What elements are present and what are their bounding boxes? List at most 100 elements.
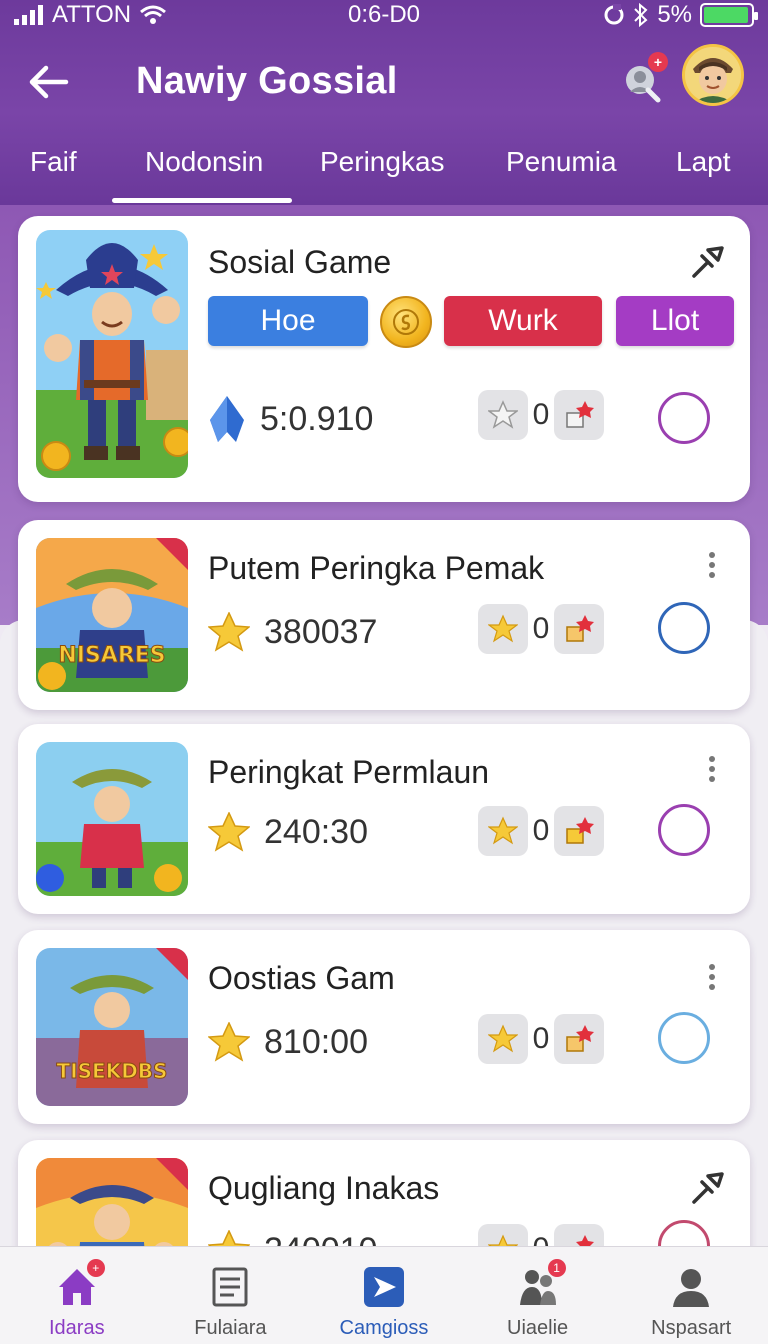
select-ring[interactable] bbox=[658, 392, 710, 444]
sync-icon bbox=[604, 4, 624, 25]
game-card[interactable]: NISARES Putem Peringka Pemak 380037 0 bbox=[18, 520, 750, 710]
notification-badge: + bbox=[648, 52, 668, 72]
back-button[interactable] bbox=[26, 62, 74, 102]
status-bar: ATTON 0:6-D0 5% bbox=[0, 0, 768, 30]
star-button[interactable] bbox=[478, 604, 528, 654]
hoe-button[interactable]: Hoe bbox=[208, 296, 368, 346]
nav-badge: 1 bbox=[547, 1259, 566, 1277]
document-icon bbox=[212, 1267, 248, 1307]
star-icon bbox=[488, 1024, 518, 1053]
score-value: 810:00 bbox=[264, 1022, 368, 1061]
tab-nodonsin[interactable]: Nodonsin bbox=[145, 146, 263, 178]
tab-bar: Faif Nodonsin Peringkas Penumia Lapt bbox=[0, 128, 768, 204]
active-tab-indicator bbox=[112, 198, 292, 203]
llot-button[interactable]: Llot bbox=[616, 296, 734, 346]
star-icon bbox=[208, 812, 250, 852]
battery-icon bbox=[700, 3, 758, 27]
game-score: 240:30 bbox=[208, 812, 368, 852]
profile-icon bbox=[673, 1269, 710, 1307]
wurk-button[interactable]: Wurk bbox=[444, 296, 602, 346]
select-ring[interactable] bbox=[658, 602, 710, 654]
game-thumbnail: TISEKDBS bbox=[36, 948, 188, 1106]
star-button[interactable] bbox=[478, 390, 528, 440]
game-title: Peringkat Permlaun bbox=[208, 754, 490, 790]
pin-button[interactable] bbox=[688, 1166, 728, 1206]
nav-label: Fulaiara bbox=[194, 1317, 267, 1339]
carrier-label: ATTON bbox=[52, 1, 132, 28]
share-button[interactable] bbox=[554, 806, 604, 856]
share-box-icon bbox=[566, 401, 594, 428]
nav-badge: + bbox=[86, 1259, 105, 1277]
game-score: 810:00 bbox=[208, 1022, 368, 1062]
nav-label: Nspasart bbox=[651, 1317, 732, 1339]
coin-button[interactable] bbox=[380, 296, 432, 348]
bluetooth-icon bbox=[634, 3, 648, 27]
pin-icon bbox=[692, 246, 724, 278]
cowboy-game-image: TISEKDBS bbox=[36, 948, 188, 1106]
share-box-icon bbox=[566, 1025, 594, 1052]
game-card[interactable]: TISEKDBS Oostias Gam 810:00 0 bbox=[18, 930, 750, 1124]
cowboy-game-image: NISARES bbox=[36, 538, 188, 692]
star-outline-icon bbox=[488, 400, 518, 429]
featured-game-card[interactable]: Sosial Game Hoe Wurk Llot 5:0.910 0 bbox=[18, 216, 750, 502]
star-icon bbox=[208, 612, 250, 652]
tab-peringkas[interactable]: Peringkas bbox=[320, 146, 445, 178]
dot bbox=[709, 984, 715, 990]
signal-icon bbox=[14, 5, 43, 25]
coin-icon bbox=[393, 309, 419, 335]
page-title: Nawiy Gossial bbox=[136, 60, 398, 102]
more-options-button[interactable] bbox=[702, 548, 722, 588]
nav-item-camgioss[interactable]: Camgioss bbox=[307, 1247, 461, 1344]
game-title: Qugliang Inakas bbox=[208, 1170, 440, 1206]
share-box-icon bbox=[566, 615, 594, 642]
game-title: Oostias Gam bbox=[208, 960, 395, 996]
featured-score: 5:0.910 bbox=[208, 396, 373, 442]
card-actions: 0 bbox=[478, 390, 604, 440]
like-count: 0 bbox=[532, 1022, 550, 1055]
dot bbox=[709, 776, 715, 782]
like-count: 0 bbox=[532, 814, 550, 847]
notifications-button[interactable]: + bbox=[618, 50, 670, 106]
nav-item-fulaiara[interactable]: Fulaiara bbox=[154, 1247, 308, 1344]
pin-button[interactable] bbox=[688, 240, 728, 280]
avatar[interactable] bbox=[682, 44, 744, 106]
nav-label: Idaras bbox=[49, 1317, 105, 1339]
tab-penumia[interactable]: Penumia bbox=[506, 146, 617, 178]
nav-label: Camgioss bbox=[339, 1317, 429, 1339]
like-count: 0 bbox=[532, 398, 550, 431]
nav-item-uiaelie[interactable]: 1 Uiaelie bbox=[461, 1247, 615, 1344]
more-options-button[interactable] bbox=[702, 960, 722, 1000]
select-ring[interactable] bbox=[658, 1012, 710, 1064]
svg-text:TISEKDBS: TISEKDBS bbox=[57, 1059, 168, 1083]
game-score: 380037 bbox=[208, 612, 377, 652]
tab-lapt[interactable]: Lapt bbox=[676, 146, 731, 178]
star-icon bbox=[208, 1022, 250, 1062]
pin-icon bbox=[692, 1172, 724, 1204]
game-thumbnail: NISARES bbox=[36, 538, 188, 692]
share-button[interactable] bbox=[554, 604, 604, 654]
select-ring[interactable] bbox=[658, 804, 710, 856]
cowboy-game-image bbox=[36, 742, 188, 896]
score-value: 240:30 bbox=[264, 812, 368, 851]
arrow-left-icon bbox=[29, 65, 69, 99]
cowboy-hero-image bbox=[36, 230, 188, 478]
nav-item-idaras[interactable]: + Idaras bbox=[0, 1247, 154, 1344]
star-icon bbox=[488, 614, 518, 643]
share-button[interactable] bbox=[554, 390, 604, 440]
game-card[interactable]: Peringkat Permlaun 240:30 0 bbox=[18, 724, 750, 914]
more-options-button[interactable] bbox=[702, 752, 722, 792]
dot bbox=[709, 572, 715, 578]
dot bbox=[709, 766, 715, 772]
nav-item-nspasart[interactable]: Nspasart bbox=[614, 1247, 768, 1344]
battery-percent: 5% bbox=[657, 1, 692, 28]
dot bbox=[709, 562, 715, 568]
star-button[interactable] bbox=[478, 1014, 528, 1064]
star-button[interactable] bbox=[478, 806, 528, 856]
score-value: 380037 bbox=[264, 612, 378, 651]
nav-label: Uiaelie bbox=[507, 1317, 569, 1339]
like-count: 0 bbox=[532, 612, 550, 645]
game-title: Putem Peringka Pemak bbox=[208, 550, 545, 586]
play-icon bbox=[363, 1267, 404, 1307]
share-button[interactable] bbox=[554, 1014, 604, 1064]
tab-faif[interactable]: Faif bbox=[30, 146, 77, 178]
